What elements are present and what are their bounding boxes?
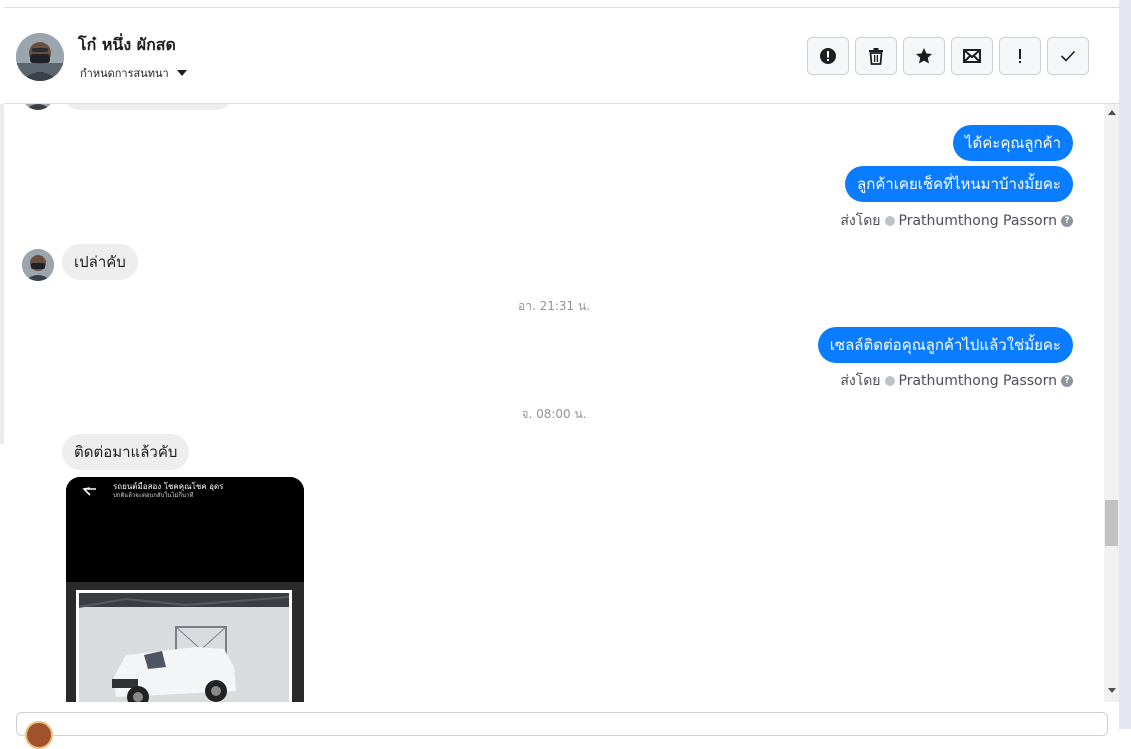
sent-by-label: ส่งโดย Prathumthong Passorn ? [840, 370, 1073, 392]
spam-button[interactable] [807, 37, 849, 75]
star-button[interactable] [903, 37, 945, 75]
page-edge-strip [1119, 0, 1131, 729]
mark-unread-button[interactable] [951, 37, 993, 75]
message-timestamp: อา. 21:31 น. [518, 299, 590, 313]
agent-status-icon [884, 216, 895, 226]
help-icon[interactable]: ? [1061, 215, 1073, 227]
message-bubble-incoming: เปล่าคับ [62, 244, 138, 280]
assign-conversation-dropdown[interactable]: กำหนดการสนทนา [80, 64, 187, 82]
assign-label: กำหนดการสนทนา [80, 67, 169, 80]
agent-avatar [25, 721, 53, 749]
contact-avatar-small [22, 104, 54, 110]
message-timestamp: จ. 08:00 น. [521, 407, 587, 421]
message-thread[interactable]: ได้ค่ะคุณลูกค้า ลูกค้าเคยเช็คที่ไหนมาบ้า… [4, 104, 1104, 702]
message-bubble-outgoing: ได้ค่ะคุณลูกค้า [952, 125, 1073, 161]
agent-status-icon [884, 376, 895, 386]
image-subtitle: ปกติแล้วจะตอบกลับในไม่กี่นาที [113, 492, 194, 499]
alert-circle-icon [820, 48, 836, 64]
message-bubble-outgoing: เซลล์ติดต่อคุณลูกค้าไปแล้วใช่มั้ยคะ [817, 327, 1073, 363]
message-bubble-incoming: ติดต่อมาแล้วคับ [62, 434, 190, 470]
contact-name[interactable]: โก๋ หนึ่ง ผักสด [78, 33, 176, 58]
sent-by-name[interactable]: Prathumthong Passorn [899, 373, 1057, 389]
star-icon [916, 48, 932, 64]
inbox-window: โก๋ หนึ่ง ผักสด กำหนดการสนทนา ได้ค่ะคุณล… [0, 0, 1131, 749]
mark-done-button[interactable] [1047, 37, 1089, 75]
delete-button[interactable] [855, 37, 897, 75]
sent-by-prefix: ส่งโดย [840, 213, 881, 229]
message-bubble-incoming [62, 104, 234, 110]
follow-up-button[interactable] [999, 37, 1041, 75]
contact-avatar[interactable] [16, 33, 64, 81]
image-attachment[interactable]: รถยนต์มือสอง โชคคุณโชค อุดร ปกติแล้วจะตอ… [66, 477, 304, 702]
scrollbar-thumb[interactable] [1105, 500, 1118, 546]
sent-by-label: ส่งโดย Prathumthong Passorn ? [840, 210, 1073, 232]
conversation-header: โก๋ หนึ่ง ผักสด กำหนดการสนทนา [4, 8, 1119, 104]
sent-by-name[interactable]: Prathumthong Passorn [899, 213, 1057, 229]
contact-avatar-small[interactable] [22, 249, 54, 281]
message-bubble-outgoing: ลูกค้าเคยเช็คที่ไหนมาบ้างมั้ยคะ [845, 166, 1073, 202]
thread-scrollbar[interactable] [1104, 104, 1119, 702]
scroll-down-arrow-icon[interactable] [1108, 688, 1116, 693]
checkmark-icon [1060, 50, 1076, 62]
envelope-icon [963, 49, 981, 63]
scroll-up-arrow-icon[interactable] [1108, 110, 1116, 115]
reply-composer[interactable] [16, 712, 1108, 749]
help-icon[interactable]: ? [1061, 375, 1073, 387]
exclamation-icon [1019, 49, 1021, 63]
sent-by-prefix: ส่งโดย [840, 373, 881, 389]
caret-down-icon [176, 70, 187, 76]
trash-icon [869, 48, 883, 65]
